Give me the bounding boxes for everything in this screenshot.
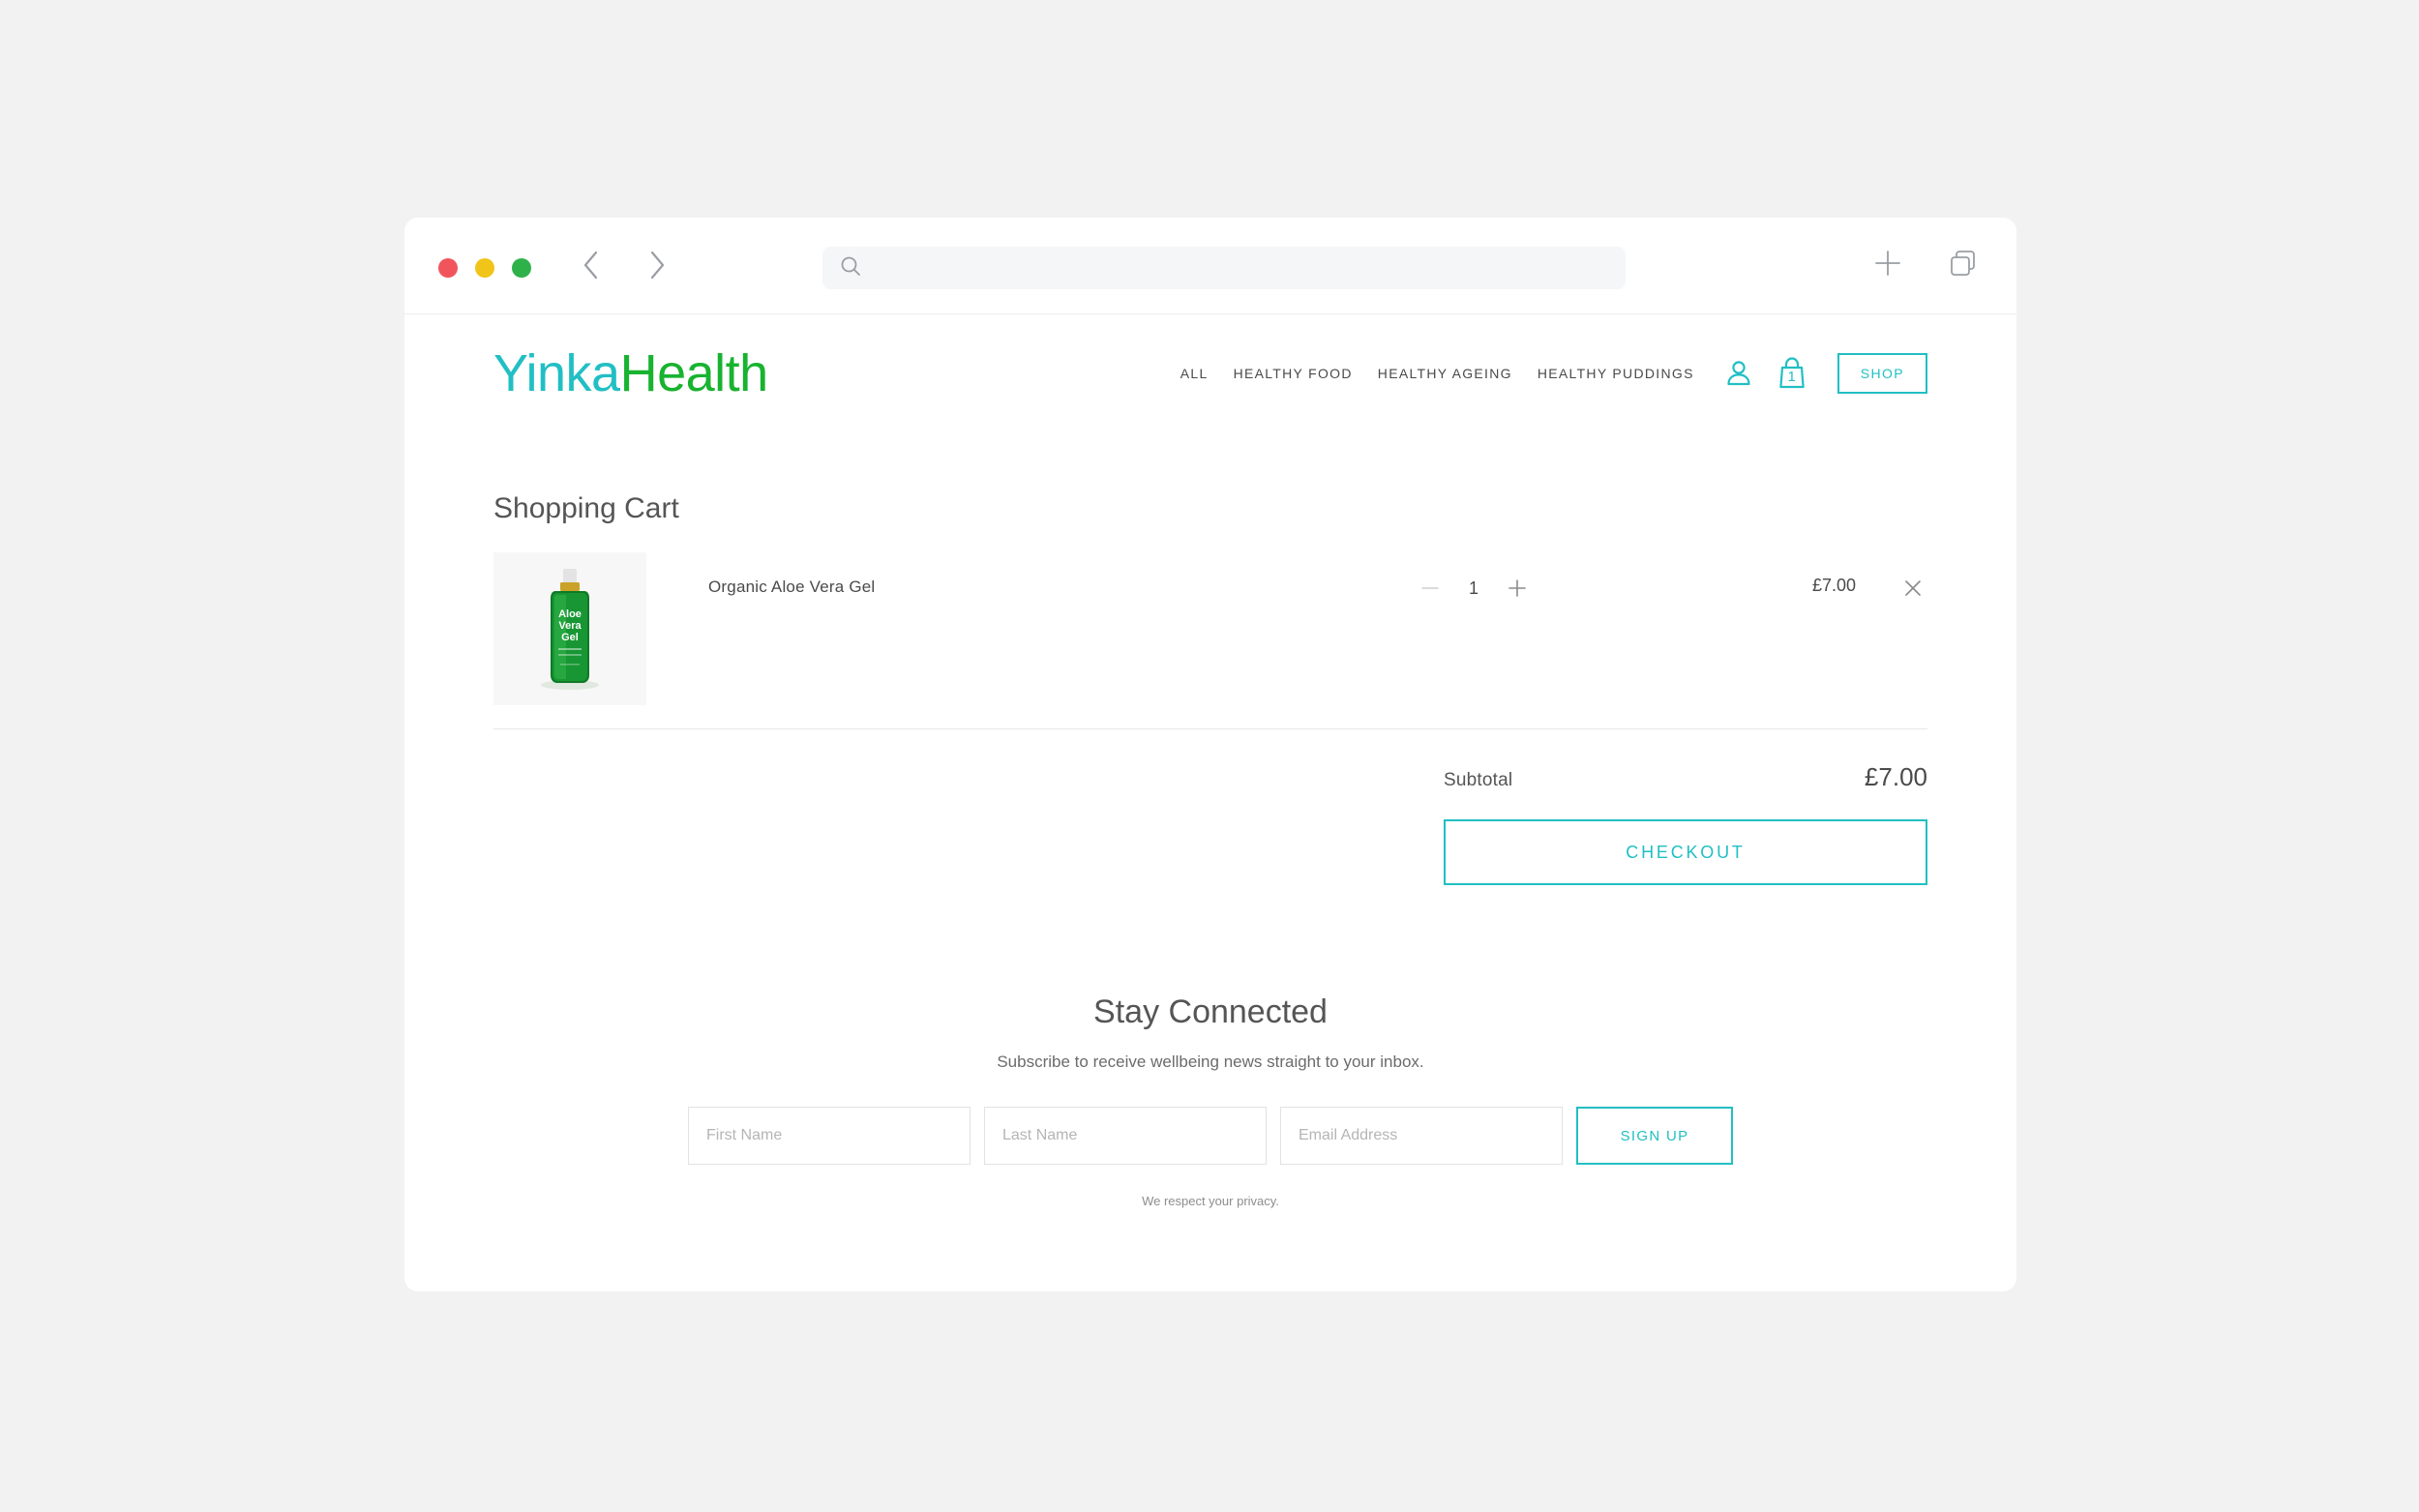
cart-item-name: Organic Aloe Vera Gel <box>708 578 876 596</box>
search-icon <box>840 255 861 282</box>
logo-part-health: Health <box>619 344 769 402</box>
cart-divider <box>493 728 1927 729</box>
cart-item-count: 1 <box>1787 369 1796 385</box>
logo-part-yinka: Yinka <box>493 344 620 402</box>
nav-item-healthy-food[interactable]: HEALTHY FOOD <box>1234 366 1353 381</box>
tabs-overview-icon[interactable] <box>1947 247 1980 280</box>
zoom-window-button[interactable] <box>512 258 531 278</box>
last-name-input[interactable] <box>984 1107 1267 1165</box>
account-person-icon[interactable] <box>1723 358 1754 389</box>
svg-text:Gel: Gel <box>561 632 579 643</box>
minimize-window-button[interactable] <box>475 258 494 278</box>
svg-text:Vera: Vera <box>558 620 582 632</box>
quantity-value: 1 <box>1468 578 1478 598</box>
subtotal-row: Subtotal £7.00 <box>1444 762 1927 792</box>
increase-quantity-button[interactable] <box>1503 574 1532 603</box>
traffic-lights <box>438 258 531 278</box>
shopping-bag-icon[interactable]: 1 <box>1776 355 1808 392</box>
cart-totals: Subtotal £7.00 CHECKOUT <box>1444 762 1927 885</box>
checkout-button[interactable]: CHECKOUT <box>1444 819 1927 885</box>
newsletter-form: SIGN UP <box>493 1107 1927 1165</box>
forward-chevron-icon[interactable] <box>644 249 670 282</box>
email-input[interactable] <box>1280 1107 1563 1165</box>
nav-item-healthy-puddings[interactable]: HEALTHY PUDDINGS <box>1538 366 1694 381</box>
cart-item-price: £7.00 <box>1811 576 1856 595</box>
nav-item-healthy-ageing[interactable]: HEALTHY AGEING <box>1378 366 1512 381</box>
close-window-button[interactable] <box>438 258 458 278</box>
privacy-note: We respect your privacy. <box>1142 1194 1279 1208</box>
remove-item-button[interactable] <box>1898 574 1927 603</box>
newsletter-subtitle: Subscribe to receive wellbeing news stra… <box>997 1052 1424 1071</box>
browser-window: YinkaHealth ALL HEALTHY FOOD HEALTHY AGE… <box>404 218 2016 1291</box>
product-thumbnail[interactable]: Aloe Vera Gel <box>493 552 646 705</box>
quantity-stepper: 1 <box>1416 574 1532 603</box>
newsletter-title: Stay Connected <box>1093 993 1328 1030</box>
site-logo[interactable]: YinkaHealth <box>493 343 768 403</box>
shop-button[interactable]: SHOP <box>1837 353 1927 394</box>
subtotal-label: Subtotal <box>1444 770 1513 790</box>
page-title: Shopping Cart <box>493 492 679 524</box>
svg-text:Aloe: Aloe <box>558 608 582 620</box>
browser-navigation <box>579 249 670 282</box>
newsletter-section: Stay Connected Subscribe to receive well… <box>493 993 1927 1218</box>
aloe-vera-gel-bottle-image: Aloe Vera Gel <box>541 569 599 690</box>
nav-item-all[interactable]: ALL <box>1180 366 1209 381</box>
site-header: YinkaHealth ALL HEALTHY FOOD HEALTHY AGE… <box>404 314 2016 432</box>
plus-icon[interactable] <box>1871 247 1904 280</box>
back-chevron-icon[interactable] <box>579 249 604 282</box>
browser-chrome-bar <box>404 218 2016 314</box>
close-icon <box>1905 580 1921 596</box>
header-right-cluster: ALL HEALTHY FOOD HEALTHY AGEING HEALTHY … <box>1180 353 1927 394</box>
decrease-quantity-button[interactable] <box>1416 574 1445 603</box>
browser-chrome-actions <box>1871 247 1980 280</box>
address-bar[interactable] <box>822 247 1626 289</box>
page-body: Shopping Cart Aloe Vera Gel Organic Aloe… <box>404 492 2016 1218</box>
subtotal-value: £7.00 <box>1864 762 1927 791</box>
signup-button[interactable]: SIGN UP <box>1576 1107 1733 1165</box>
first-name-input[interactable] <box>688 1107 971 1165</box>
main-nav: ALL HEALTHY FOOD HEALTHY AGEING HEALTHY … <box>1180 366 1694 381</box>
cart-line-item: Aloe Vera Gel Organic Aloe Vera Gel 1 £7… <box>493 552 1927 707</box>
